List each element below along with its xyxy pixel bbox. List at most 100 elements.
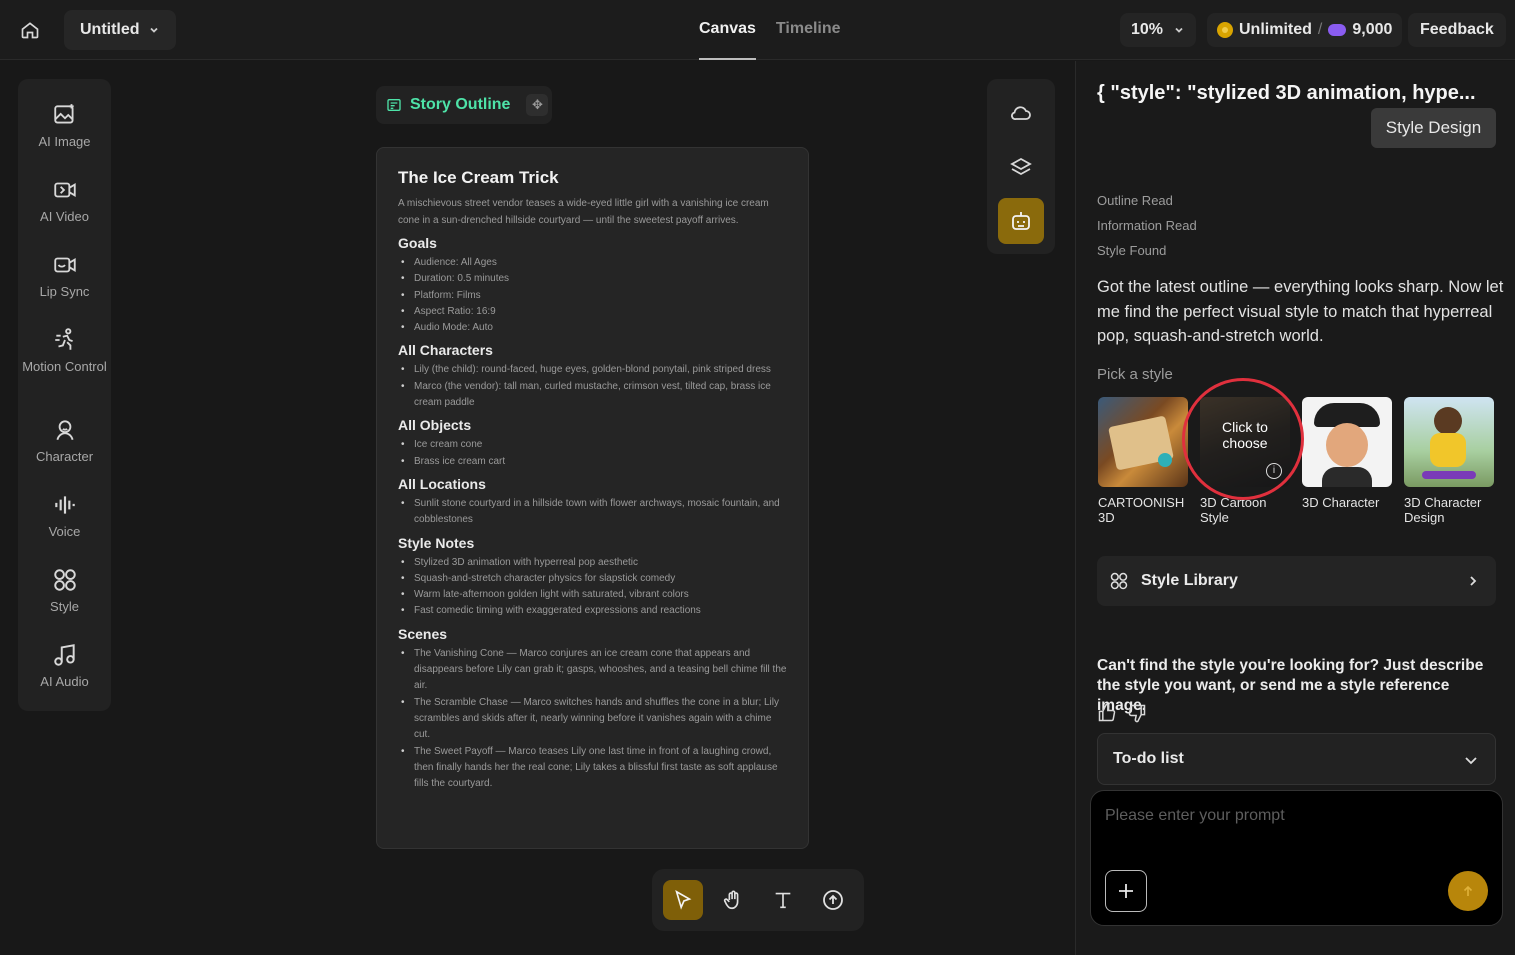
style-options: CARTOONISH 3D Click to choose i 3D Carto… [1098, 397, 1498, 527]
style-thumbnail [1302, 397, 1392, 487]
home-button[interactable] [14, 14, 46, 46]
outline-list-item: The Scramble Chase — Marco switches hand… [398, 695, 788, 744]
todo-list-label: To-do list [1113, 750, 1184, 767]
rail-item-character[interactable]: Character [18, 417, 111, 464]
story-summary: A mischievous street vendor teases a wid… [398, 198, 769, 226]
tab-timeline[interactable]: Timeline [776, 0, 841, 60]
outline-list-item: Duration: 0.5 minutes [398, 271, 788, 288]
story-outline-chip[interactable]: Story Outline ✥ [376, 86, 552, 124]
rail-item-ai-audio[interactable]: AI Audio [18, 642, 111, 689]
zoom-dropdown[interactable]: 10% [1120, 13, 1197, 47]
style-thumbnail [1404, 397, 1494, 487]
panel-title: { "style": "stylized 3D animation, hype.… [1097, 82, 1476, 104]
outline-list-item: Fast comedic timing with exaggerated exp… [398, 603, 788, 620]
move-handle-icon[interactable]: ✥ [526, 94, 549, 116]
story-outline-label: Story Outline [410, 96, 511, 113]
rail-item-voice[interactable]: Voice [18, 492, 111, 539]
assistant-message: Got the latest outline — everything look… [1097, 278, 1504, 345]
arrow-up-icon [1463, 885, 1473, 896]
character-icon [56, 420, 73, 441]
prompt-input[interactable] [1105, 807, 1485, 825]
outline-section-heading: All Objects [398, 417, 472, 434]
outline-list-item: Ice cream cone [398, 437, 788, 454]
outline-list-item: Warm late-afternoon golden light with sa… [398, 587, 788, 604]
style-option-cartoonish-3d[interactable]: CARTOONISH 3D [1098, 397, 1190, 525]
credits-badge: Unlimited / 9,000 [1207, 13, 1403, 47]
tab-canvas[interactable]: Canvas [699, 0, 756, 60]
home-icon [21, 22, 39, 39]
chevron-down-icon [1465, 757, 1477, 765]
style-option-3d-cartoon[interactable]: Click to choose i 3D Cartoon Style [1200, 397, 1292, 525]
outline-section-heading: Scenes [398, 625, 448, 642]
cloud-button[interactable] [998, 90, 1044, 136]
style-thumbnail: Click to choose i [1200, 397, 1290, 487]
plan-label: Unlimited [1239, 21, 1312, 38]
attach-button[interactable] [1105, 870, 1147, 912]
outline-section-list: Lily (the child): round-faced, huge eyes… [398, 362, 788, 411]
chevron-right-icon [1470, 576, 1477, 586]
gem-icon [1328, 24, 1347, 36]
top-bar: Untitled Canvas Timeline 10% Unlimited /… [0, 0, 1515, 60]
rail-item-label: Lip Sync [39, 284, 90, 299]
style-library-button[interactable]: Style Library [1097, 556, 1496, 606]
image-sparkle-icon [53, 104, 74, 124]
todo-list-dropdown[interactable]: To-do list [1097, 733, 1496, 785]
layers-button[interactable] [998, 144, 1044, 190]
rail-item-label: Voice [48, 524, 81, 539]
outline-list-item: Audience: All Ages [398, 255, 788, 272]
story-outline-card[interactable]: The Ice Cream Trick A mischievous street… [376, 147, 809, 849]
style-option-3d-character[interactable]: 3D Character [1302, 397, 1394, 510]
outline-list-item: The Sweet Payoff — Marco teases Lily one… [398, 744, 788, 793]
cloud-icon [1011, 106, 1031, 120]
style-hint-text: Can't find the style you're looking for?… [1097, 657, 1484, 714]
voice-wave-icon [54, 496, 75, 514]
hand-tool-button[interactable] [713, 880, 753, 920]
click-to-choose-label: Click to choose [1222, 419, 1268, 451]
chevron-down-icon [149, 27, 158, 33]
outline-list-item: Aspect Ratio: 16:9 [398, 304, 788, 321]
outline-section-list: Audience: All AgesDuration: 0.5 minutesP… [398, 255, 788, 337]
style-design-button[interactable]: Style Design [1371, 108, 1496, 148]
motion-runner-icon [54, 328, 73, 350]
style-thumbnail [1098, 397, 1188, 487]
rail-item-label: AI Audio [40, 674, 89, 689]
thumbs-up-icon[interactable] [1097, 703, 1117, 723]
rail-item-style[interactable]: Style [18, 567, 111, 614]
thumbs-down-icon[interactable] [1127, 703, 1147, 723]
plus-icon [1119, 884, 1133, 898]
project-title-dropdown[interactable]: Untitled [64, 10, 176, 50]
pointer-icon [675, 890, 692, 910]
points-value: 9,000 [1352, 21, 1393, 38]
pointer-tool-button[interactable] [663, 880, 703, 920]
outline-section-heading: All Characters [398, 342, 493, 359]
rail-item-lip-sync[interactable]: Lip Sync [18, 252, 111, 299]
assistant-panel: { "style": "stylized 3D animation, hype.… [1075, 61, 1515, 955]
info-icon[interactable]: i [1266, 463, 1282, 479]
outline-section-list: The Vanishing Cone — Marco conjures an i… [398, 646, 788, 793]
layers-icon [1010, 157, 1032, 176]
outline-section-heading: Style Notes [398, 534, 475, 551]
text-tool-button[interactable] [763, 880, 803, 920]
robot-assistant-icon [1012, 212, 1030, 230]
outline-section-heading: All Locations [398, 475, 486, 492]
outline-list-item: The Vanishing Cone — Marco conjures an i… [398, 646, 788, 695]
music-note-icon [53, 644, 75, 666]
rail-item-ai-image[interactable]: AI Image [18, 102, 111, 149]
view-tabs: Canvas Timeline [699, 0, 841, 60]
status-step: Outline Read [1097, 193, 1173, 208]
upload-button[interactable] [813, 880, 853, 920]
assistant-button[interactable] [998, 198, 1044, 244]
rail-item-label: Motion Control [22, 359, 107, 374]
rail-item-ai-video[interactable]: AI Video [18, 177, 111, 224]
text-tool-icon [775, 892, 791, 909]
credits-separator: / [1317, 21, 1323, 38]
style-option-name: CARTOONISH 3D [1098, 495, 1185, 525]
video-sparkle-icon [53, 182, 76, 198]
rail-item-motion-control[interactable]: Motion Control [18, 327, 111, 374]
style-option-3d-character-design[interactable]: 3D Character Design [1404, 397, 1496, 525]
send-button[interactable] [1448, 871, 1488, 911]
feedback-button[interactable]: Feedback [1408, 13, 1506, 47]
feedback-reactions [1097, 703, 1147, 723]
outline-section-list: Ice cream coneBrass ice cream cart [398, 437, 788, 470]
outline-section-heading: Goals [398, 235, 437, 251]
